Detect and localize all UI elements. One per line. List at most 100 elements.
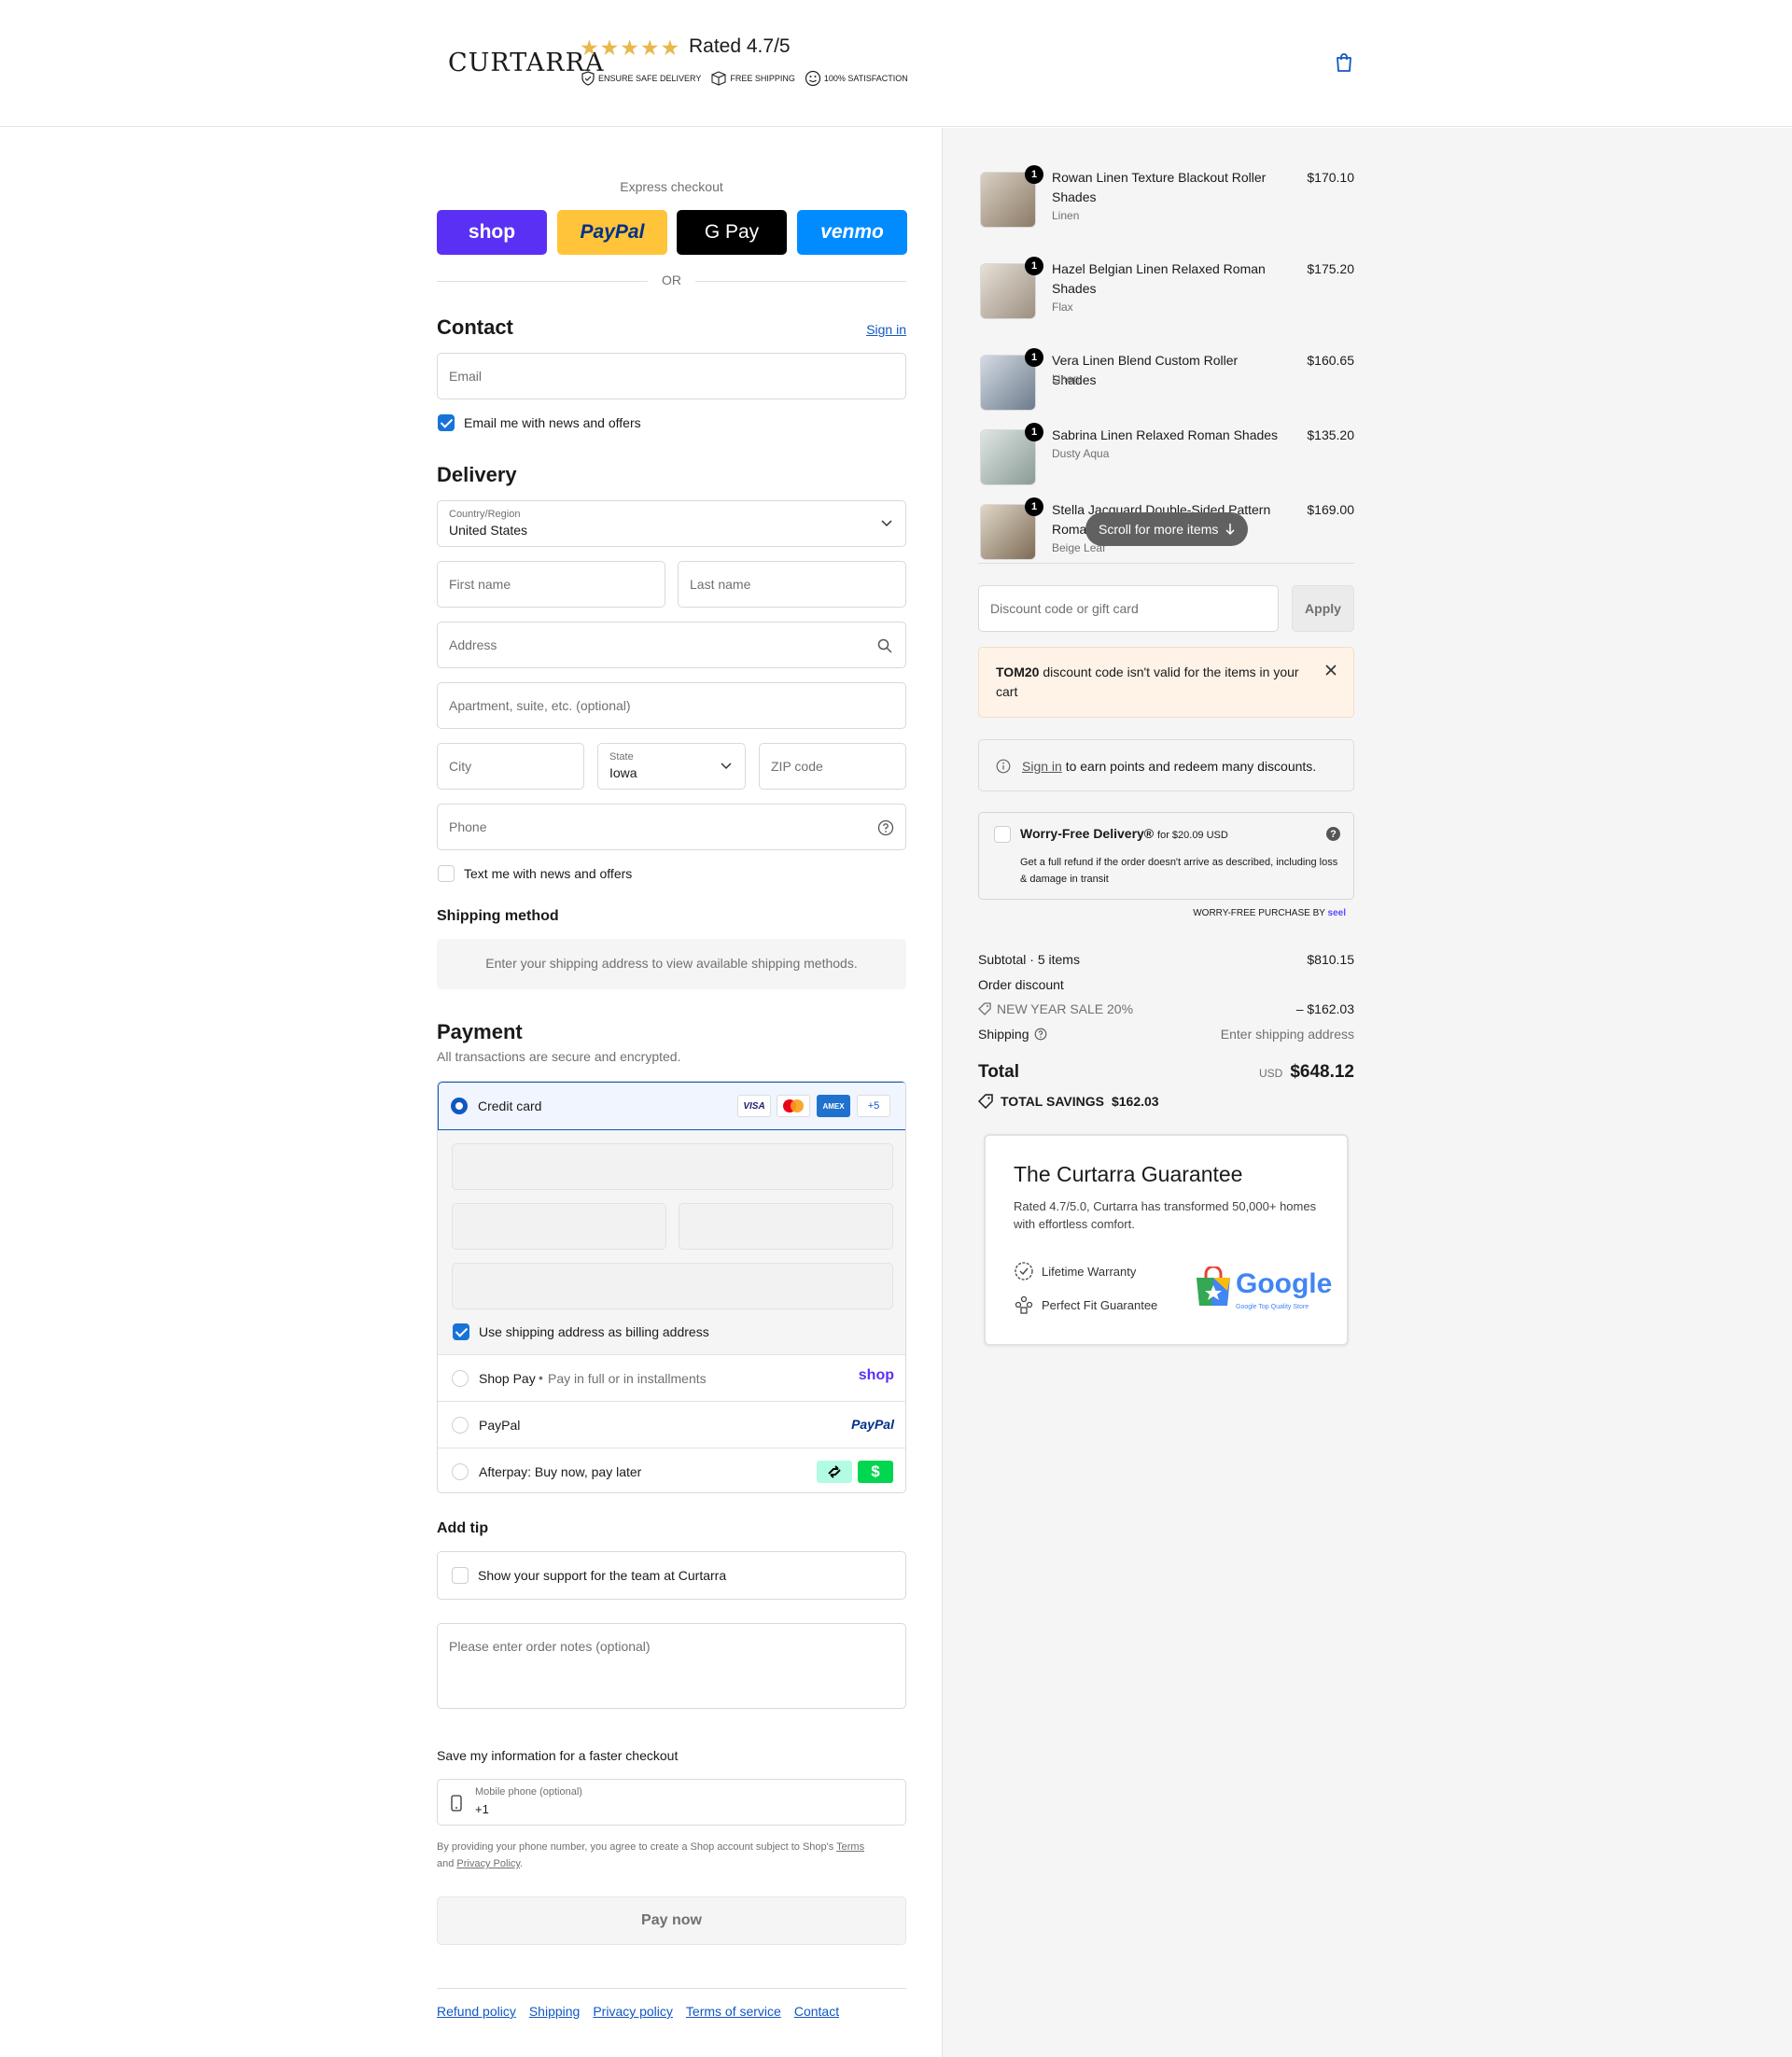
billing-same-checkbox[interactable] [453, 1323, 469, 1340]
shipping-link[interactable]: Shipping [529, 2004, 581, 2019]
state-select[interactable]: State Iowa [597, 743, 746, 790]
shop-terms-link[interactable]: Terms [836, 1841, 864, 1853]
save-info-heading: Save my information for a faster checkou… [437, 1748, 679, 1763]
sign-in-link[interactable]: Sign in [866, 322, 906, 337]
phone-field[interactable]: Phone [437, 804, 906, 850]
help-icon[interactable]: ? [1326, 827, 1340, 841]
terms-of-service-link[interactable]: Terms of service [686, 2004, 781, 2019]
text-news-checkbox[interactable] [438, 865, 455, 882]
fit-icon [1015, 1295, 1033, 1314]
legal-period: . [520, 1858, 524, 1869]
order-notes-textarea[interactable]: Please enter order notes (optional) [437, 1623, 906, 1709]
privacy-policy-link[interactable]: Privacy policy [593, 2004, 673, 2019]
afterpay-option[interactable]: Afterpay: Buy now, pay later $ [438, 1448, 905, 1492]
seel-attribution: WORRY-FREE PURCHASE BY seel [1193, 908, 1346, 918]
shop-pay-button[interactable]: shop [437, 210, 547, 255]
scroll-hint-label: Scroll for more items [1099, 522, 1219, 537]
shop-pay-option[interactable]: Shop Pay • Pay in full or in installment… [438, 1354, 905, 1401]
amex-icon: AMEX [817, 1095, 850, 1117]
visa-icon: VISA [737, 1095, 771, 1117]
text-news-label: Text me with news and offers [464, 866, 633, 881]
total-value: $648.12 [1290, 1062, 1354, 1082]
card-number-field[interactable] [452, 1143, 893, 1190]
total-savings: TOTAL SAVINGS $162.03 [978, 1094, 1159, 1109]
discount-code-field[interactable]: Discount code or gift card [978, 585, 1279, 632]
or-separator: OR [662, 273, 681, 287]
city-field[interactable]: City [437, 743, 584, 790]
zip-field[interactable]: ZIP code [759, 743, 906, 790]
scroll-more-button[interactable]: Scroll for more items [1085, 512, 1249, 546]
item-name: Sabrina Linen Relaxed Roman Shades [1052, 427, 1279, 442]
item-price: $169.00 [1307, 502, 1354, 517]
email-news-checkbox[interactable] [438, 414, 455, 431]
tip-checkbox[interactable] [452, 1567, 469, 1584]
total-row: USD $648.12 [1259, 1062, 1354, 1083]
more-cards-badge: +5 [857, 1095, 890, 1117]
feature-label: Perfect Fit Guarantee [1042, 1297, 1158, 1312]
rewards-text: to earn points and redeem many discounts… [1061, 759, 1317, 774]
shop-pay-radio[interactable] [452, 1370, 469, 1387]
google-pay-button[interactable]: G Pay [677, 210, 787, 255]
tag-icon [978, 1002, 991, 1015]
card-expiry-field[interactable] [452, 1203, 666, 1250]
address-field[interactable]: Address [437, 622, 906, 668]
apply-discount-button[interactable]: Apply [1292, 585, 1354, 632]
total-label: Total [978, 1062, 1019, 1082]
express-checkout-label: Express checkout [620, 179, 723, 194]
item-quantity-badge: 1 [1025, 257, 1043, 275]
help-circle-icon[interactable] [1034, 1028, 1047, 1041]
badge-safe-delivery: ENSURE SAFE DELIVERY [581, 70, 701, 87]
guarantee-card: The Curtarra Guarantee Rated 4.7/5.0, Cu… [984, 1134, 1349, 1346]
footer-links: Refund policy Shipping Privacy policy Te… [437, 2004, 839, 2019]
contact-link[interactable]: Contact [794, 2004, 839, 2019]
rewards-sign-in-link[interactable]: Sign in [1022, 759, 1062, 774]
card-name-field[interactable] [452, 1263, 893, 1309]
badge-label: FREE SHIPPING [730, 74, 795, 83]
worry-free-checkbox[interactable] [994, 826, 1011, 843]
paypal-radio[interactable] [452, 1417, 469, 1434]
shopping-bag-icon[interactable] [1335, 52, 1353, 73]
shipping-label: Shipping [978, 1027, 1029, 1042]
item-quantity-badge: 1 [1025, 165, 1043, 184]
mobile-phone-field[interactable]: Mobile phone (optional) +1 [437, 1779, 906, 1826]
subtotal-label: Subtotal · 5 items [978, 952, 1080, 967]
seel-logo: seel [1327, 908, 1346, 918]
last-name-field[interactable]: Last name [678, 561, 906, 608]
tag-icon [978, 1094, 993, 1109]
tip-option[interactable]: Show your support for the team at Curtar… [437, 1551, 906, 1600]
rating-stars: ★★★★★ [580, 35, 681, 60]
card-cvv-field[interactable] [679, 1203, 893, 1250]
help-circle-icon[interactable] [877, 819, 894, 836]
credit-card-option[interactable]: Credit card VISA AMEX +5 [438, 1082, 905, 1130]
mobile-phone-label: Mobile phone (optional) [475, 1786, 582, 1798]
country-value: United States [449, 523, 528, 538]
phone-placeholder: Phone [449, 819, 487, 834]
apartment-field[interactable]: Apartment, suite, etc. (optional) [437, 682, 906, 729]
worry-free-description: Get a full refund if the order doesn't a… [1020, 857, 1338, 885]
item-quantity-badge: 1 [1025, 348, 1043, 367]
credit-card-radio[interactable] [451, 1098, 468, 1114]
shipping-method-message: Enter your shipping address to view avai… [485, 956, 858, 971]
total-currency: USD [1258, 1067, 1283, 1080]
paypal-button[interactable]: PayPal [557, 210, 667, 255]
shipping-row: Shipping [978, 1027, 1047, 1042]
box-icon [711, 71, 726, 86]
pay-now-button[interactable]: Pay now [437, 1896, 906, 1945]
venmo-button[interactable]: venmo [797, 210, 907, 255]
close-icon[interactable] [1325, 665, 1337, 676]
afterpay-radio[interactable] [452, 1463, 469, 1480]
subtotal-value: $810.15 [1307, 952, 1354, 967]
refund-policy-link[interactable]: Refund policy [437, 2004, 516, 2019]
paypal-option[interactable]: PayPal PayPal [438, 1401, 905, 1448]
header: CURTARRA ★★★★★ Rated 4.7/5 ENSURE SAFE D… [0, 0, 1792, 127]
email-placeholder: Email [449, 369, 483, 384]
add-tip-heading: Add tip [437, 1520, 489, 1536]
email-field[interactable]: Email [437, 353, 906, 399]
legal-prefix: By providing your phone number, you agre… [437, 1841, 834, 1853]
country-select[interactable]: Country/Region United States [437, 500, 906, 547]
guarantee-feature: Lifetime Warranty [1014, 1261, 1136, 1281]
badge-label: ENSURE SAFE DELIVERY [598, 74, 702, 83]
first-name-field[interactable]: First name [437, 561, 665, 608]
item-variant: Linen [1052, 209, 1080, 222]
shop-privacy-link[interactable]: Privacy Policy [456, 1858, 520, 1869]
